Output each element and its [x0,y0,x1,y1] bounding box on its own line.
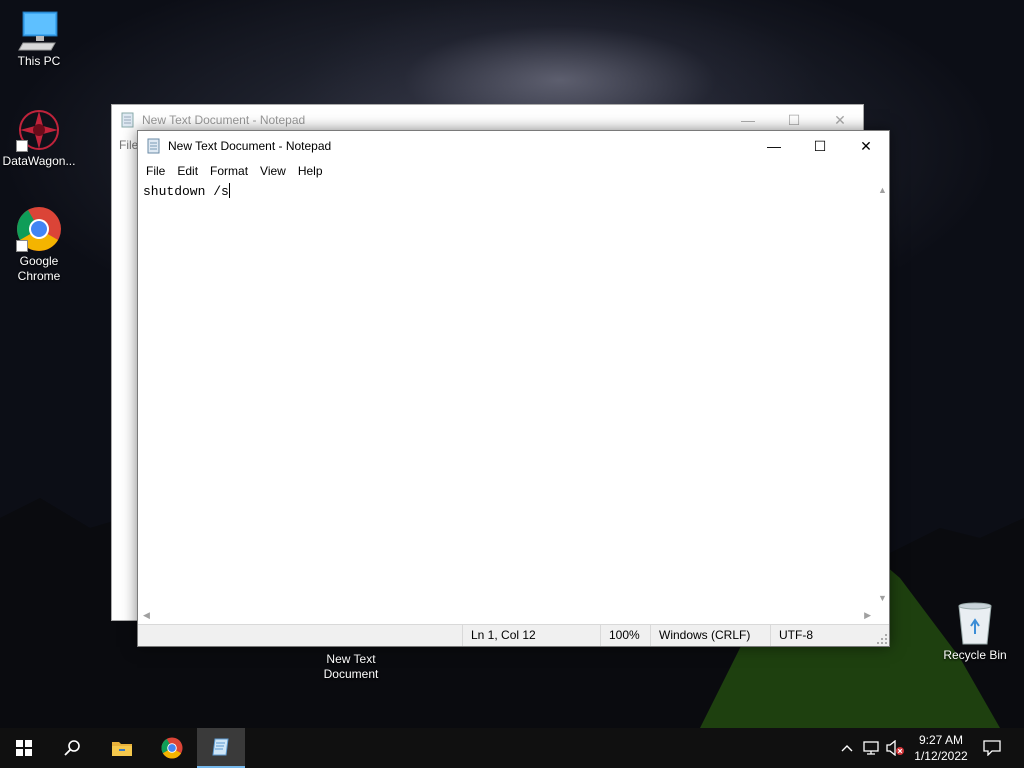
desktop-icon-label: DataWagon... [2,154,76,168]
text-editor[interactable]: shutdown /s ▲ ▼ ◀ ▶ [138,181,889,624]
menu-file[interactable]: File [140,161,171,181]
menu-bar: File Edit Format View Help [138,161,889,181]
scroll-up-icon[interactable]: ▲ [878,185,887,195]
status-spacer [138,625,462,646]
network-button[interactable] [860,728,882,768]
desktop-icon-recycle-bin[interactable]: Recycle Bin [936,600,1014,663]
horizontal-scrollbar[interactable]: ◀ ▶ [138,607,875,624]
desktop-icon-label: Google Chrome [17,254,61,283]
notepad-icon [121,112,134,128]
title-bar[interactable]: New Text Document - Notepad — ☐ ✕ [138,131,889,161]
maximize-icon[interactable]: ☐ [797,131,843,161]
network-icon [863,741,879,755]
file-explorer-icon [112,742,132,756]
scroll-right-icon[interactable]: ▶ [864,610,871,620]
clock[interactable]: 9:27 AM 1/12/2022 [906,732,976,764]
desktop-icon-label: New Text Document [323,652,379,681]
desktop-icon-new-text-document[interactable]: New Text Document [312,652,390,682]
notifications-button[interactable] [980,728,1004,768]
desktop-icon-this-pc[interactable]: This PC [0,10,78,69]
scroll-left-icon[interactable]: ◀ [143,610,150,620]
search-button[interactable] [48,728,96,768]
status-zoom: 100% [600,625,650,646]
desktop-icon-label: This PC [17,54,61,68]
search-icon [64,740,80,756]
scroll-down-icon[interactable]: ▼ [878,593,887,603]
taskbar-file-explorer[interactable] [98,728,146,768]
desktop-icon-label: Recycle Bin [943,648,1007,662]
menu-view[interactable]: View [254,161,292,181]
taskbar: 9:27 AM 1/12/2022 [0,728,1024,768]
status-line-ending: Windows (CRLF) [650,625,770,646]
notification-icon [983,740,1001,756]
chrome-icon [161,737,183,759]
notepad-icon [147,138,160,154]
notepad-icon [212,738,229,756]
clock-time: 9:27 AM [918,733,964,747]
text-caret [228,183,230,198]
vertical-scrollbar[interactable]: ▲ ▼ [875,181,889,607]
desktop-icon-google-chrome[interactable]: Google Chrome [0,206,78,284]
volume-button[interactable] [884,728,906,768]
shortcut-arrow-icon [16,240,28,252]
window-title: New Text Document - Notepad [142,113,306,127]
computer-icon [17,10,61,52]
start-button[interactable] [0,728,48,768]
resize-grip-icon[interactable] [876,633,888,645]
window-controls: — ☐ ✕ [751,131,889,161]
minimize-icon[interactable]: — [751,131,797,161]
editor-content[interactable]: shutdown /s [143,183,230,200]
taskbar-chrome[interactable] [148,728,196,768]
close-icon[interactable]: ✕ [843,131,889,161]
clock-date: 1/12/2022 [914,749,968,763]
datawagon-icon [16,108,62,152]
chevron-up-icon [841,745,853,752]
status-bar: Ln 1, Col 12 100% Windows (CRLF) UTF-8 [138,624,889,646]
notepad-window[interactable]: New Text Document - Notepad — ☐ ✕ File E… [137,130,890,647]
menu-format[interactable]: Format [204,161,254,181]
start-icon [16,740,32,756]
desktop: This PC DataWagon... Google Chrome New T… [0,0,1024,728]
show-hidden-icons-button[interactable] [838,728,856,768]
taskbar-notepad[interactable] [197,728,245,768]
status-encoding: UTF-8 [770,625,870,646]
editor-text: shutdown /s [143,184,229,199]
menu-edit[interactable]: Edit [171,161,204,181]
recycle-bin-icon [955,600,995,646]
volume-muted-icon [886,740,904,756]
shortcut-arrow-icon [16,140,28,152]
desktop-icon-datawagon[interactable]: DataWagon... [0,108,78,169]
window-title: New Text Document - Notepad [168,139,332,153]
status-position: Ln 1, Col 12 [462,625,600,646]
chrome-icon [16,206,62,252]
menu-help[interactable]: Help [292,161,329,181]
